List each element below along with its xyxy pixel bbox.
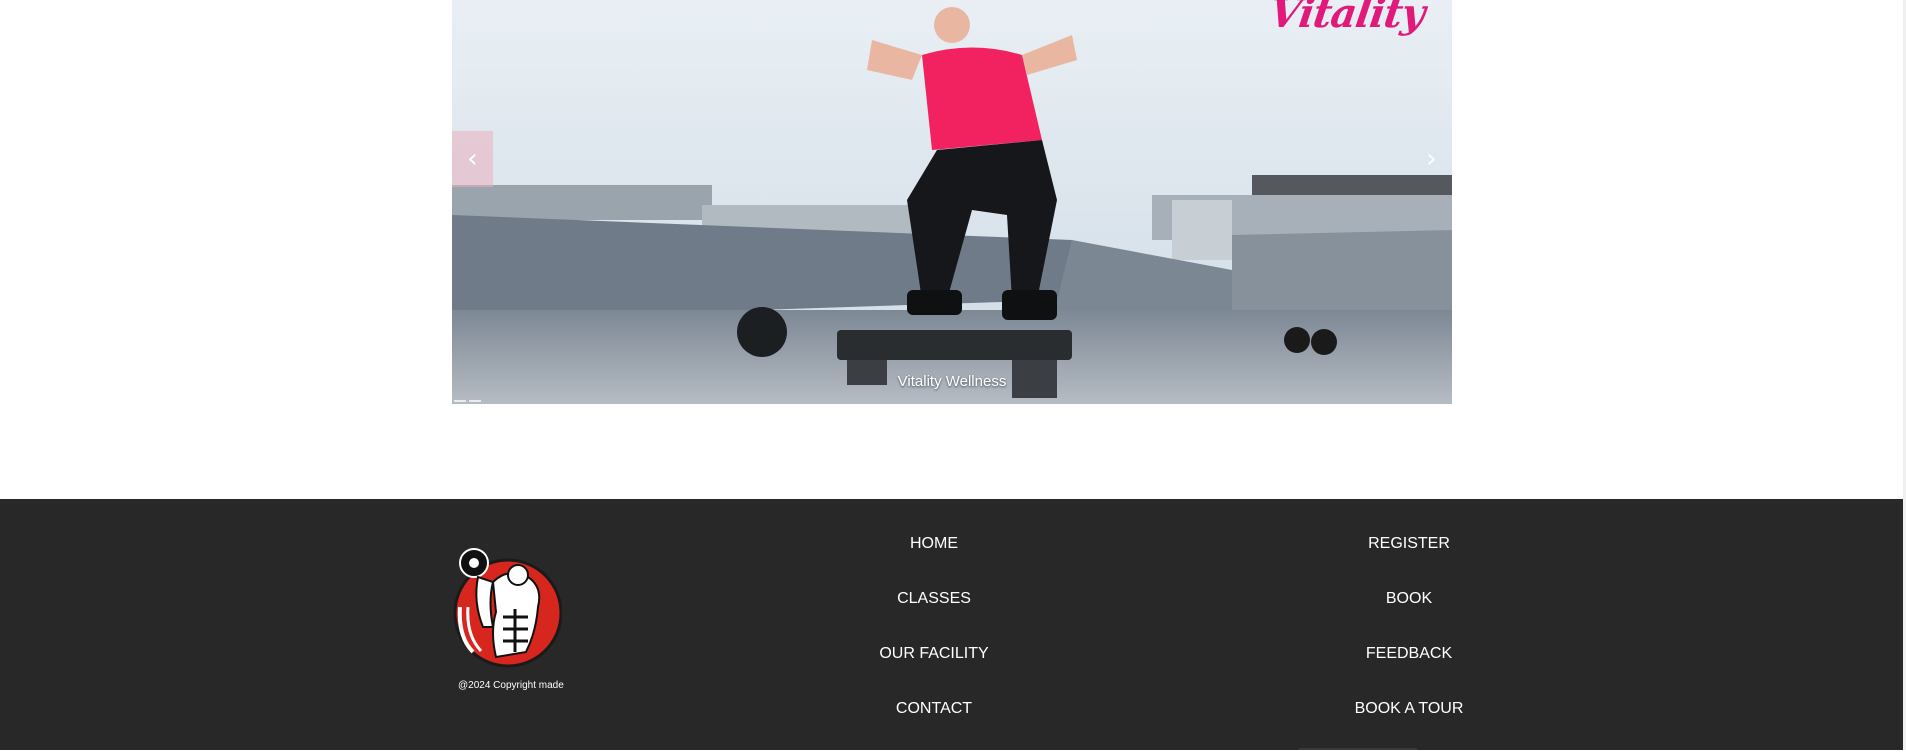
footer-link-contact[interactable]: CONTACT — [896, 699, 972, 754]
carousel-caption: Vitality Wellness — [897, 373, 1007, 390]
footer-link-our-facility[interactable]: OUR FACILITY — [879, 644, 988, 699]
brand-logo-text: Vitality — [1266, 0, 1428, 37]
footer-nav-left: HOME CLASSES OUR FACILITY CONTACT — [834, 534, 1034, 754]
footer-link-book-a-tour[interactable]: BOOK A TOUR — [1355, 699, 1464, 754]
carousel-next-button[interactable]: › — [1411, 131, 1452, 187]
footer-nav-right: REGISTER BOOK FEEDBACK BOOK A TOUR — [1309, 534, 1509, 754]
footer-link-feedback[interactable]: FEEDBACK — [1366, 644, 1452, 699]
carousel-prev-button[interactable]: ‹ — [452, 131, 493, 187]
carousel-indicators — [452, 400, 481, 402]
gym-logo-icon — [453, 548, 562, 668]
footer-link-classes[interactable]: CLASSES — [897, 589, 971, 644]
copyright-text: @2024 Copyright made — [458, 680, 564, 691]
footer-link-book[interactable]: BOOK — [1386, 589, 1432, 644]
carousel-indicator[interactable] — [454, 400, 466, 402]
hero-carousel: Vitality ‹ › Vitality Wellness — [452, 0, 1452, 404]
carousel-indicator[interactable] — [469, 400, 481, 402]
footer-link-home[interactable]: HOME — [910, 534, 958, 589]
footer-link-register[interactable]: REGISTER — [1368, 534, 1450, 589]
carousel-slide-image — [452, 0, 1452, 404]
